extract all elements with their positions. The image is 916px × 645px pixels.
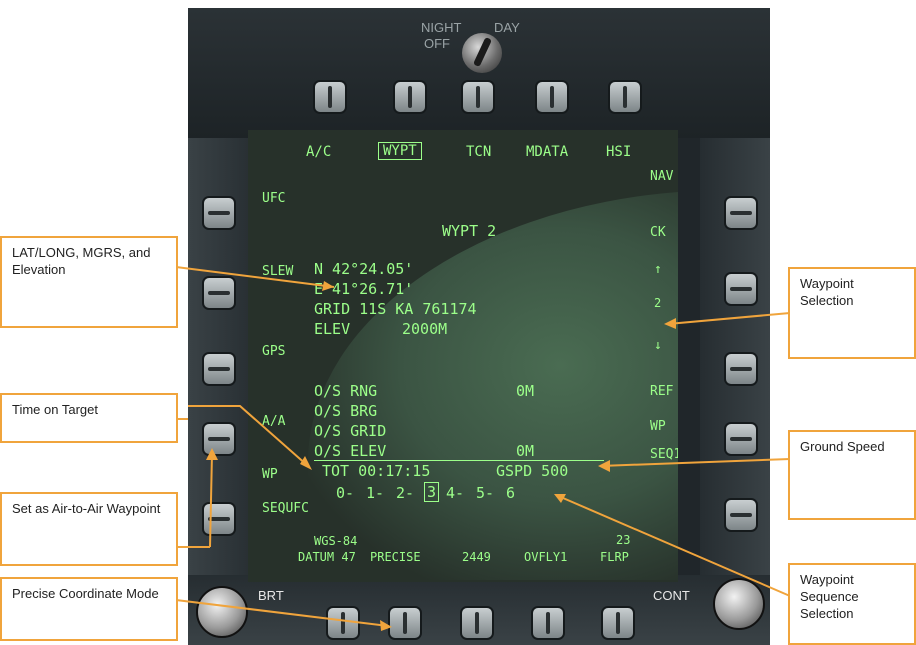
page-number: 23 xyxy=(616,533,631,547)
right-button-1[interactable] xyxy=(724,196,758,230)
latitude: N 42°24.05' xyxy=(314,260,414,278)
option-wp-right[interactable]: WP xyxy=(650,420,666,433)
day-label: DAY xyxy=(494,20,520,35)
top-button-4[interactable] xyxy=(535,80,569,114)
brt-label: BRT xyxy=(258,588,284,603)
menu-hsi[interactable]: HSI xyxy=(606,144,631,160)
ddi-screen: A/C WYPT TCN MDATA HSI UFC SLEW GPS A/A … xyxy=(248,130,678,582)
option-wp[interactable]: WP xyxy=(262,468,278,481)
seq-item-6[interactable]: 6 xyxy=(506,484,515,502)
option-ck[interactable]: CK xyxy=(650,226,666,239)
right-button-2[interactable] xyxy=(724,272,758,306)
left-button-2[interactable] xyxy=(202,276,236,310)
contrast-knob[interactable] xyxy=(713,578,765,630)
right-button-3[interactable] xyxy=(724,352,758,386)
elev-label: ELEV xyxy=(314,320,351,338)
callout-waypoint-sequence: Waypoint Sequence Selection xyxy=(788,563,916,645)
bottom-button-5[interactable] xyxy=(601,606,635,640)
cont-label: CONT xyxy=(653,588,690,603)
option-gps[interactable]: GPS xyxy=(262,345,285,358)
brightness-knob[interactable] xyxy=(196,586,248,638)
seq-item-3-selected[interactable]: 3 xyxy=(424,482,440,502)
right-button-4[interactable] xyxy=(724,422,758,456)
bottom-button-3[interactable] xyxy=(460,606,494,640)
option-nav[interactable]: NAV xyxy=(650,170,673,183)
option-slew[interactable]: SLEW xyxy=(262,265,293,278)
top-button-2[interactable] xyxy=(393,80,427,114)
os-rng-value: 0M xyxy=(516,382,535,400)
bottom-2449: 2449 xyxy=(462,550,491,564)
flrp-option[interactable]: FLRP xyxy=(600,550,629,564)
ovfly-option[interactable]: OVFLY1 xyxy=(524,550,567,564)
callout-aa-waypoint: Set as Air-to-Air Waypoint xyxy=(0,492,178,566)
top-button-5[interactable] xyxy=(608,80,642,114)
seq-item-4[interactable]: 4- xyxy=(446,484,464,502)
bottom-button-4[interactable] xyxy=(531,606,565,640)
bottom-button-1[interactable] xyxy=(326,606,360,640)
bezel-top xyxy=(188,8,770,138)
seq-item-5[interactable]: 5- xyxy=(476,484,494,502)
menu-ac[interactable]: A/C xyxy=(306,144,331,160)
seq-item-1[interactable]: 1- xyxy=(366,484,384,502)
option-seq1[interactable]: SEQ1 xyxy=(650,448,678,461)
left-button-5[interactable] xyxy=(202,502,236,536)
callout-ground-speed: Ground Speed xyxy=(788,430,916,520)
precise-option[interactable]: PRECISE xyxy=(370,550,421,564)
bottom-button-2[interactable] xyxy=(388,606,422,640)
arrow-down-icon[interactable]: ↓ xyxy=(654,338,662,353)
waypoint-number: 2 xyxy=(654,296,662,310)
callout-waypoint-selection: Waypoint Selection xyxy=(788,267,916,359)
os-rng-label: O/S RNG xyxy=(314,382,378,400)
waypoint-title: WYPT 2 xyxy=(442,222,497,240)
option-aa[interactable]: A/A xyxy=(262,415,285,428)
right-button-5[interactable] xyxy=(724,498,758,532)
datum-line2[interactable]: DATUM 47 xyxy=(298,550,356,564)
elev-value: 2000M xyxy=(402,320,448,338)
option-ufc[interactable]: UFC xyxy=(262,192,285,205)
callout-latlong: LAT/LONG, MGRS, and Elevation xyxy=(0,236,178,328)
menu-mdata[interactable]: MDATA xyxy=(526,144,568,160)
seq-item-0[interactable]: 0- xyxy=(336,484,354,502)
menu-wypt[interactable]: WYPT xyxy=(378,142,422,160)
top-button-3[interactable] xyxy=(461,80,495,114)
left-button-4[interactable] xyxy=(202,422,236,456)
left-button-3[interactable] xyxy=(202,352,236,386)
arrow-up-icon[interactable]: ↑ xyxy=(654,262,662,277)
top-button-1[interactable] xyxy=(313,80,347,114)
ground-speed: GSPD 500 xyxy=(496,462,569,480)
callout-precise-mode: Precise Coordinate Mode xyxy=(0,577,178,641)
menu-tcn[interactable]: TCN xyxy=(466,144,491,160)
callout-time-on-target: Time on Target xyxy=(0,393,178,443)
os-elev-value: 0M xyxy=(516,442,535,460)
night-label: NIGHT xyxy=(421,20,462,35)
option-sequfc[interactable]: SEQUFC xyxy=(262,502,309,515)
mgrs-grid: GRID 11S KA 761174 xyxy=(314,300,477,318)
time-on-target: TOT 00:17:15 xyxy=(322,462,431,480)
off-label: OFF xyxy=(424,36,450,51)
os-brg-label: O/S BRG xyxy=(314,402,378,420)
longitude: E 41°26.71' xyxy=(314,280,414,298)
separator-line xyxy=(314,460,604,461)
datum-line1: WGS-84 xyxy=(314,534,358,548)
night-day-knob[interactable] xyxy=(462,33,502,73)
seq-item-2[interactable]: 2- xyxy=(396,484,414,502)
option-ref[interactable]: REF xyxy=(650,385,673,398)
os-grid-label: O/S GRID xyxy=(314,422,387,440)
left-button-1[interactable] xyxy=(202,196,236,230)
os-elev-label: O/S ELEV xyxy=(314,442,387,460)
